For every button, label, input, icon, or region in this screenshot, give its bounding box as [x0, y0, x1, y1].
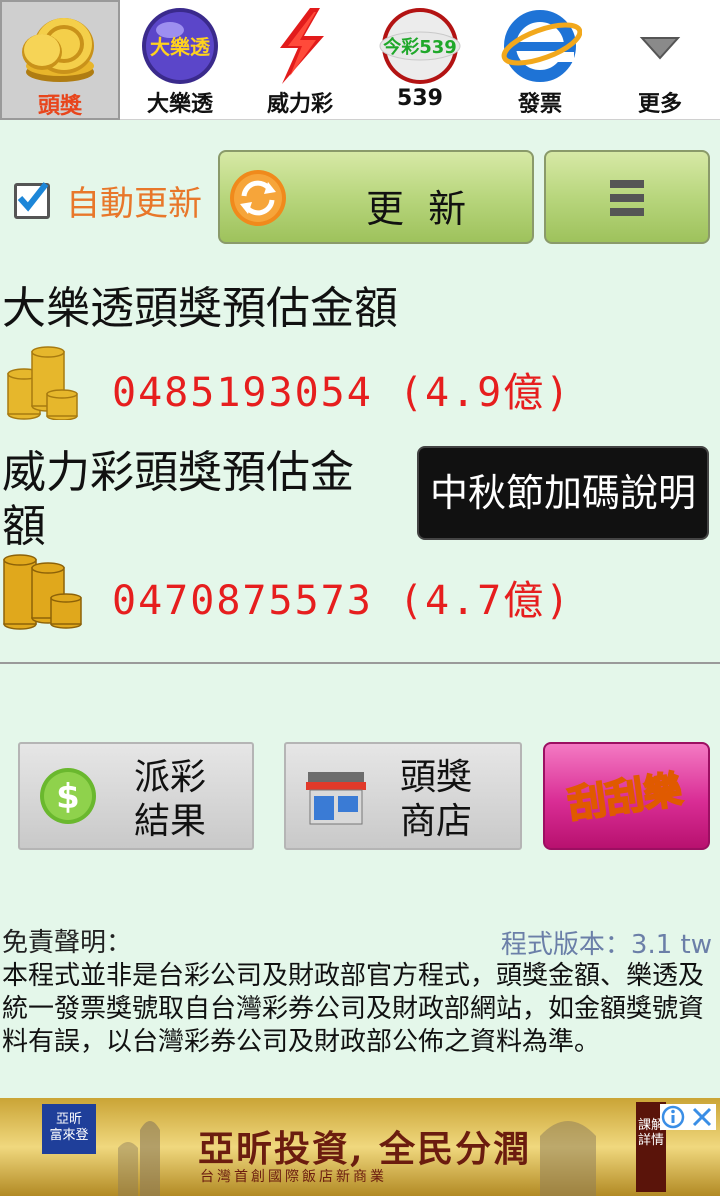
lotto-badge-text: 大樂透: [150, 35, 211, 59]
tab-power[interactable]: 威力彩: [240, 0, 360, 120]
power-jackpot-title-line2: 額: [2, 501, 46, 552]
coin-stack-icon: [3, 554, 82, 630]
store-icon: [306, 772, 366, 825]
hamburger-menu-icon: [610, 180, 644, 216]
payout-results-button[interactable]: $ 派彩 結果: [18, 742, 254, 850]
store-label-line2: 商店: [400, 801, 473, 842]
auto-refresh-toggle[interactable]: 自動更新: [14, 176, 202, 225]
jackpot-store-label: 頭獎 商店: [400, 756, 472, 844]
browser-e-icon: [501, 10, 582, 82]
top-tab-bar: 頭獎 大樂透 大樂透 威力彩 今彩539 539 發票 更多: [0, 0, 720, 120]
ad-choices-icon[interactable]: [660, 1104, 716, 1130]
tab-more[interactable]: 更多: [600, 0, 720, 120]
disclaimer-title: 免責聲明：: [2, 928, 133, 958]
store-label-line1: 頭獎: [400, 757, 473, 798]
tab-invoice[interactable]: 發票: [480, 0, 600, 120]
scratch-logo-text: 刮刮樂: [565, 767, 685, 827]
ball-539-badge-text: 今彩539: [383, 36, 457, 58]
lightning-icon: [280, 8, 324, 84]
chevron-down-icon: [639, 37, 681, 60]
tab-label: 頭獎: [37, 94, 82, 119]
divider: [0, 662, 720, 664]
auto-refresh-label: 自動更新: [66, 184, 202, 224]
refresh-button-label: 更 新: [366, 187, 473, 231]
tab-lotto[interactable]: 大樂透 大樂透: [120, 0, 240, 120]
building-illustration: [540, 1121, 596, 1196]
payout-label-line1: 派彩: [134, 757, 207, 798]
ad-subline: 台灣首創國際飯店新商業: [200, 1169, 387, 1185]
power-jackpot-title: 威力彩頭獎預估金 額: [2, 446, 354, 554]
auto-refresh-checkbox[interactable]: [14, 181, 50, 219]
tab-539[interactable]: 今彩539 539: [360, 0, 480, 120]
tab-label: 大樂透: [146, 92, 213, 117]
menu-button[interactable]: [544, 150, 710, 244]
ad-banner[interactable]: 亞昕 富來登 亞昕投資, 全民分潤 台灣首創國際飯店新商業 課解詳情: [0, 1098, 720, 1196]
tab-label: 539: [397, 86, 443, 111]
coin-stack-icon: [7, 346, 78, 420]
tab-label: 發票: [517, 92, 562, 117]
mid-autumn-promo-button[interactable]: 中秋節加碼說明: [417, 446, 709, 540]
lotto-ball-icon: 大樂透: [142, 8, 218, 84]
tab-jackpot[interactable]: 頭獎: [0, 0, 120, 120]
payout-label-line2: 結果: [134, 801, 207, 842]
lotto-jackpot-amount: 0485193054 (4.9億): [112, 370, 572, 416]
gold-coin-icon: [22, 18, 94, 82]
lotto-jackpot-title: 大樂透頭獎預估金額: [2, 283, 398, 334]
ball-539-icon: 今彩539: [379, 8, 461, 84]
jackpot-store-button[interactable]: 頭獎 商店: [284, 742, 522, 850]
checkmark-icon: [17, 181, 49, 212]
tab-label: 威力彩: [266, 92, 333, 117]
ad-logo-line1: 亞昕: [55, 1112, 82, 1127]
ad-logo-line2: 富來登: [49, 1128, 89, 1143]
svg-text:$: $: [56, 777, 80, 817]
dollar-icon: $: [40, 768, 96, 824]
building-illustration: [118, 1121, 160, 1196]
payout-results-label: 派彩 結果: [134, 756, 206, 844]
tab-label: 更多: [637, 92, 682, 117]
refresh-icon: [230, 170, 286, 226]
ad-headline: 亞昕投資, 全民分潤: [198, 1128, 532, 1170]
scratch-card-button[interactable]: 刮刮樂: [543, 742, 710, 850]
app-version: 程式版本：3.1 tw: [500, 930, 712, 960]
disclaimer-body: 本程式並非是台彩公司及財政部官方程式，頭獎金額、樂透及統一發票獎號取自台灣彩券公…: [2, 961, 705, 1057]
power-jackpot-amount: 0470875573 (4.7億): [112, 578, 572, 624]
scratch-logo: 刮刮樂: [564, 766, 686, 828]
refresh-button[interactable]: 更 新: [218, 150, 534, 244]
ad-logo: 亞昕 富來登: [42, 1104, 96, 1154]
power-jackpot-title-line1: 威力彩頭獎預估金: [2, 447, 354, 498]
